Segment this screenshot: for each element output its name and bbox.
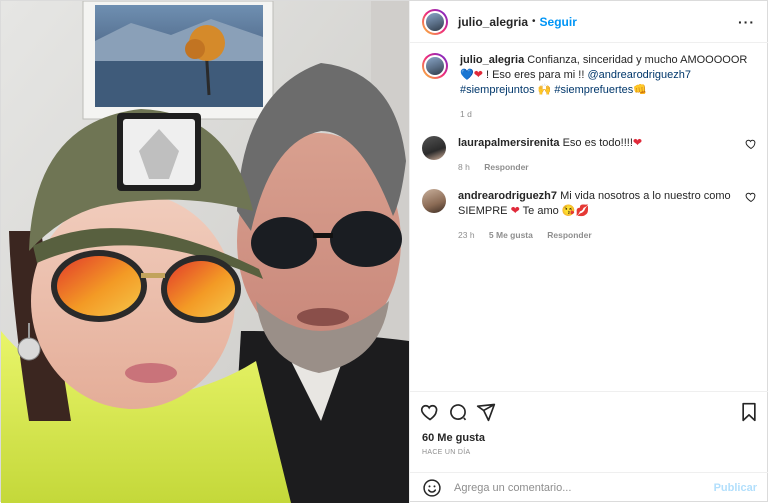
emoji-icon[interactable] xyxy=(422,478,442,498)
comment-body: andrearodriguezh7 Mi vida nosotros a lo … xyxy=(458,189,750,243)
hashtag-siemprefuertes[interactable]: #siemprefuertes xyxy=(554,84,633,96)
comment-input[interactable]: Agrega un comentario... xyxy=(454,482,714,494)
comment-age[interactable]: 23 h xyxy=(458,230,475,240)
reply-button[interactable]: Responder xyxy=(484,162,528,172)
caption-text-2: ! Eso eres para mi !! xyxy=(485,69,585,81)
comment-meta: 8 h Responder xyxy=(458,160,750,175)
comment-likes[interactable]: 5 Me gusta xyxy=(489,230,533,240)
fist-emoji: 👊 xyxy=(633,84,647,96)
post-header: julio_alegria • Seguir ··· xyxy=(410,1,768,43)
comment-username[interactable]: laurapalmersirenita xyxy=(458,137,560,149)
caption: julio_alegria Confianza, sinceridad y mu… xyxy=(422,53,757,122)
commenter-avatar[interactable] xyxy=(422,189,446,213)
action-bar xyxy=(410,391,768,427)
heart-outline-icon[interactable] xyxy=(745,191,757,203)
reply-button[interactable]: Responder xyxy=(547,230,591,240)
caption-username[interactable]: julio_alegria xyxy=(460,54,524,66)
follow-button[interactable]: Seguir xyxy=(540,15,577,29)
comment-text-b: Te amo xyxy=(522,205,559,217)
post-photo[interactable] xyxy=(1,1,409,503)
comments-list: julio_alegria Confianza, sinceridad y mu… xyxy=(410,53,768,243)
comment-text: Eso es todo!!!! xyxy=(562,137,633,149)
red-heart-emoji: ❤ xyxy=(510,205,520,217)
comment-item: laurapalmersirenita Eso es todo!!!!❤ 8 h… xyxy=(422,136,757,175)
author-avatar[interactable] xyxy=(422,8,448,35)
share-icon[interactable] xyxy=(476,402,496,422)
post-dialog: julio_alegria • Seguir ··· julio_alegria… xyxy=(0,0,768,503)
publish-button[interactable]: Publicar xyxy=(714,482,757,494)
separator-dot: • xyxy=(532,16,536,27)
comment-item: andrearodriguezh7 Mi vida nosotros a lo … xyxy=(422,189,757,243)
comment-icon[interactable] xyxy=(448,402,468,422)
likes-count[interactable]: 60 Me gusta xyxy=(422,432,485,444)
comment-body: laurapalmersirenita Eso es todo!!!!❤ 8 h… xyxy=(458,136,750,175)
hashtag-siemprejuntos[interactable]: #siemprejuntos xyxy=(460,84,535,96)
blue-heart-emoji: 💙 xyxy=(460,69,474,81)
like-heart-icon[interactable] xyxy=(420,402,440,422)
photo-image xyxy=(1,1,409,503)
post-time[interactable]: HACE UN DÍA xyxy=(422,449,470,456)
more-icon[interactable]: ··· xyxy=(738,14,755,30)
caption-body: julio_alegria Confianza, sinceridad y mu… xyxy=(460,53,757,122)
comment-age[interactable]: 8 h xyxy=(458,162,470,172)
red-heart-emoji: ❤ xyxy=(632,137,643,149)
comment-meta: 23 h 5 Me gusta Responder xyxy=(458,228,750,243)
caption-text-1: Confianza, sinceridad y mucho AMOOOOOR xyxy=(527,54,748,66)
post-side-panel: julio_alegria • Seguir ··· julio_alegria… xyxy=(409,1,768,503)
red-heart-emoji: ❤ xyxy=(473,69,483,81)
add-comment-bar: Agrega un comentario... Publicar xyxy=(410,472,768,503)
kiss-emoji: 😘💋 xyxy=(561,205,590,217)
caption-age[interactable]: 1 d xyxy=(460,109,472,119)
commenter-avatar[interactable] xyxy=(422,136,446,160)
comment-username[interactable]: andrearodriguezh7 xyxy=(458,190,557,202)
heart-outline-icon[interactable] xyxy=(745,138,757,150)
mention-link[interactable]: @andrearodriguezh7 xyxy=(587,69,691,81)
raised-hands-emoji: 🙌 xyxy=(537,84,552,96)
save-bookmark-icon[interactable] xyxy=(740,402,758,422)
author-username[interactable]: julio_alegria xyxy=(458,15,528,29)
caption-avatar[interactable] xyxy=(422,53,448,79)
caption-meta: 1 d xyxy=(460,107,757,122)
